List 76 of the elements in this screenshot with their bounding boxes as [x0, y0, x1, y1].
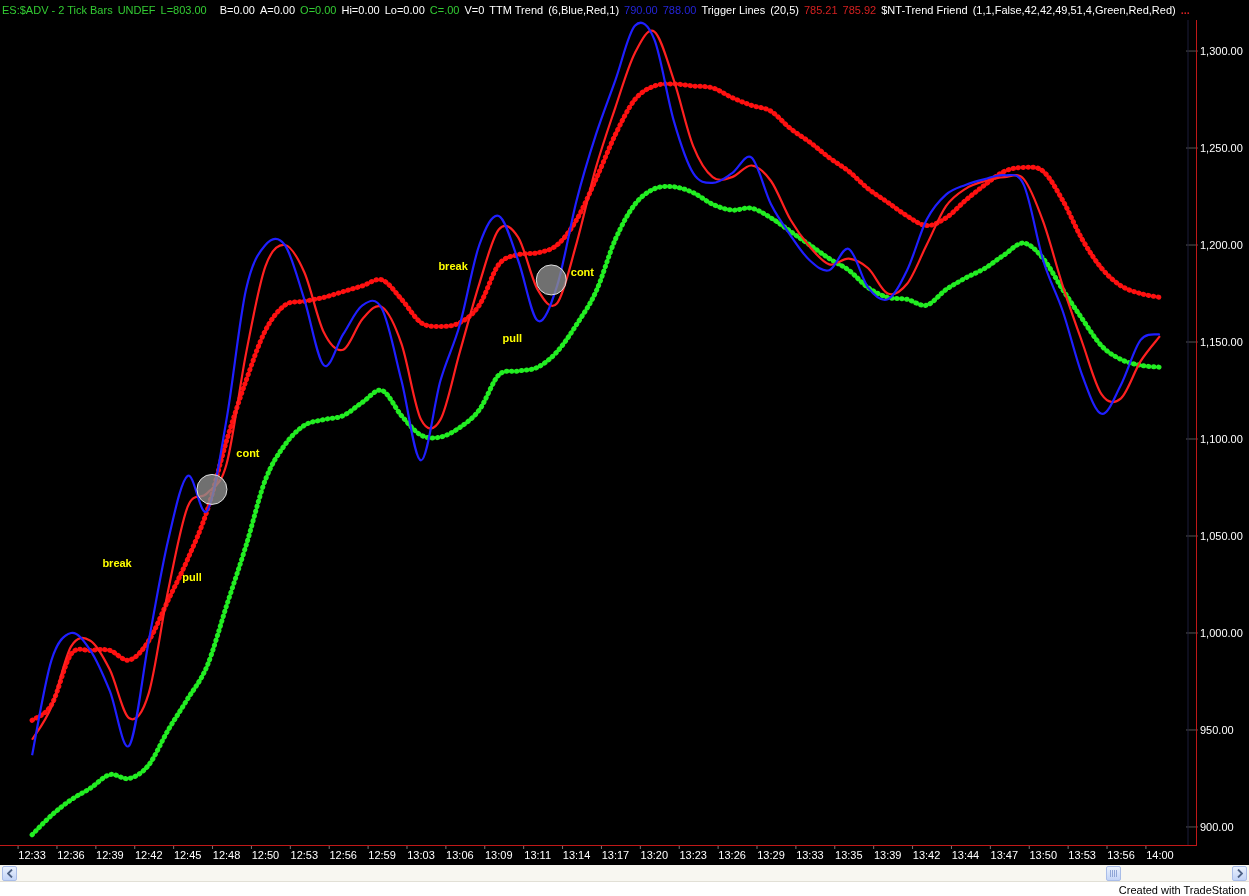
annotation-label: pull	[182, 570, 202, 583]
x-axis-label: 12:59	[368, 849, 396, 861]
x-axis-label: 12:45	[173, 849, 202, 861]
x-axis-label: 14:00	[1146, 849, 1174, 861]
x-axis-label: 13:47	[990, 849, 1019, 861]
y-axis-label: 1,150.00	[1200, 336, 1243, 348]
x-axis-label: 13:11	[524, 849, 551, 861]
legend-text: V=0	[464, 4, 485, 16]
legend-text: B=0.00	[219, 4, 255, 16]
legend-text: A=0.00	[259, 4, 296, 16]
x-axis-label: 13:39	[873, 849, 902, 861]
x-axis-label: 13:56	[1107, 849, 1135, 861]
x-axis-label: 13:23	[679, 849, 707, 861]
legend-text: TTM Trend	[489, 4, 544, 16]
x-axis-label: 12:53	[290, 849, 319, 861]
legend-text: (6,Blue,Red,1)	[548, 4, 620, 16]
x-axis-label: 13:50	[1029, 849, 1057, 861]
legend-text: L=803.00	[160, 4, 207, 16]
legend-text: ...	[1180, 4, 1190, 16]
x-axis-label: 12:50	[251, 849, 280, 861]
x-axis-label: 13:17	[601, 849, 630, 861]
x-axis-label: 13:53	[1068, 849, 1096, 861]
scrollbar-thumb[interactable]	[1106, 865, 1121, 881]
legend-text: 788.00	[662, 4, 697, 16]
chevron-left-icon	[6, 868, 13, 878]
annotation-label: break	[438, 260, 468, 273]
x-axis-label: 12:42	[135, 849, 163, 861]
x-axis-label: 12:36	[57, 849, 85, 861]
x-axis-label: 13:09	[485, 849, 513, 861]
annotation-label: pull	[502, 332, 523, 345]
annotation-label: cont	[236, 446, 260, 459]
legend-text: 785.21	[803, 4, 838, 16]
legend-text: $NT-Trend Friend	[881, 4, 968, 16]
x-axis-label: 13:33	[796, 849, 824, 861]
y-axis-label: 1,100.00	[1200, 433, 1243, 445]
legend-text: Hi=0.00	[341, 4, 380, 16]
highlight-circle	[535, 264, 567, 296]
x-axis-label: 13:03	[407, 849, 435, 861]
x-axis-label: 13:29	[757, 849, 785, 861]
scroll-left-button[interactable]	[2, 865, 17, 881]
y-axis-label: 950.00	[1200, 723, 1234, 736]
x-axis-label: 13:44	[951, 849, 980, 861]
chevron-right-icon	[1236, 868, 1243, 878]
legend-text: O=0.00	[300, 4, 337, 16]
scroll-right-button[interactable]	[1232, 865, 1247, 881]
x-axis-label: 13:35	[835, 849, 863, 861]
y-axis-label: 1,300.00	[1200, 45, 1243, 58]
y-axis-label: 900.00	[1200, 820, 1234, 833]
x-axis-label: 12:48	[212, 849, 241, 861]
x-axis-label: 13:14	[562, 849, 591, 861]
x-axis-label: 12:56	[329, 849, 357, 861]
y-axis-label: 1,050.00	[1200, 530, 1243, 542]
horizontal-scrollbar[interactable]	[0, 865, 1249, 882]
x-axis-label: 12:33	[18, 849, 46, 861]
x-axis-label: 13:26	[718, 849, 746, 861]
credit-text: Created with TradeStation	[1118, 883, 1246, 896]
legend-text: UNDEF	[117, 4, 156, 16]
y-axis-label: 1,250.00	[1200, 142, 1243, 155]
y-axis-label: 1,000.00	[1200, 627, 1243, 639]
legend-text: ES:$ADV - 2 Tick Bars	[2, 4, 113, 16]
grip-icon	[1110, 869, 1117, 877]
legend-text: Lo=0.00	[384, 4, 425, 16]
x-axis-label: 13:42	[912, 849, 941, 861]
y-axis-label: 1,200.00	[1200, 239, 1243, 251]
annotation-label: cont	[570, 266, 594, 279]
legend-text: 785.92	[842, 4, 877, 16]
legend-text: (1,1,False,42,42,49,51,4,Green,Red,Red)	[972, 4, 1176, 16]
x-axis-label: 12:39	[96, 849, 124, 861]
legend-text: C=.00	[429, 4, 460, 16]
legend-text: 790.00	[624, 4, 658, 16]
annotation-label: break	[102, 557, 132, 570]
legend-text: (20,5)	[770, 4, 799, 16]
x-axis-label: 13:20	[640, 849, 669, 861]
highlight-circle	[196, 473, 228, 505]
legend-text: Trigger Lines	[701, 4, 766, 16]
x-axis-label: 13:06	[446, 849, 474, 861]
